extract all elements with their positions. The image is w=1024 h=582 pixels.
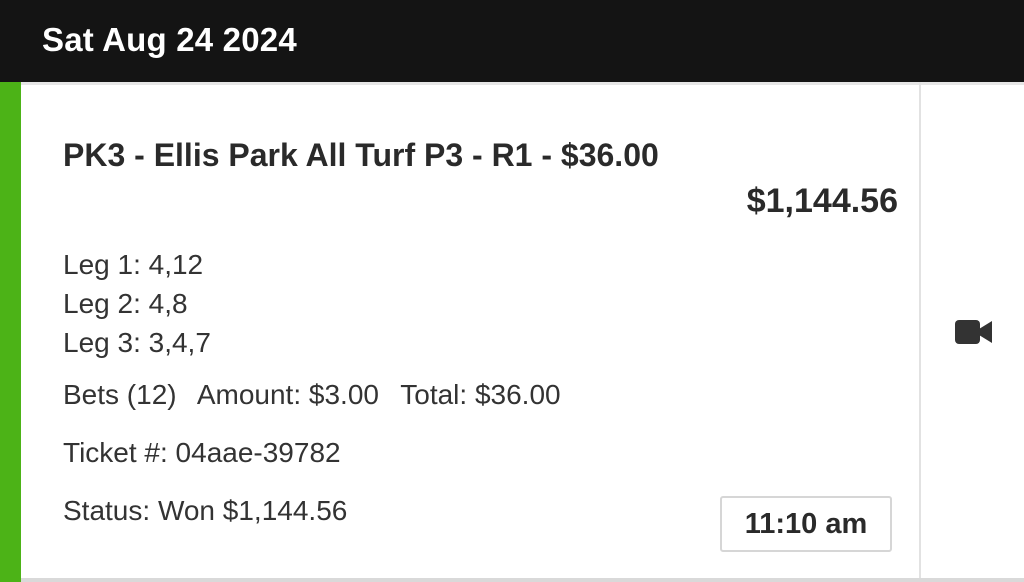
bets-summary: Bets (12) Amount: $3.00 Total: $36.00 bbox=[63, 379, 575, 411]
bet-amount: Amount: $3.00 bbox=[196, 379, 379, 410]
leg-item: Leg 3: 3,4,7 bbox=[63, 327, 211, 358]
leg-item: Leg 1: 4,12 bbox=[63, 249, 204, 280]
bet-total: Total: $36.00 bbox=[400, 379, 561, 410]
status-stripe bbox=[0, 82, 21, 582]
legs-list: Leg 1: 4,12 Leg 2: 4,8 Leg 3: 3,4,7 bbox=[63, 245, 211, 362]
leg-item: Leg 2: 4,8 bbox=[63, 288, 188, 319]
video-camera-icon[interactable] bbox=[955, 318, 993, 346]
card-action-divider bbox=[919, 82, 921, 582]
ticket-status: Status: Won $1,144.56 bbox=[63, 495, 348, 526]
card-top-divider bbox=[21, 82, 1024, 85]
bet-title: PK3 - Ellis Park All Turf P3 - R1 - $36.… bbox=[63, 137, 659, 173]
date-header: Sat Aug 24 2024 bbox=[0, 0, 1024, 82]
ticket-number: Ticket #: 04aae-39782 bbox=[63, 437, 341, 468]
ticket-card[interactable]: PK3 - Ellis Park All Turf P3 - R1 - $36.… bbox=[0, 82, 1024, 582]
bets-count: Bets (12) bbox=[63, 379, 177, 410]
card-bottom-divider bbox=[21, 578, 1024, 582]
race-time-badge: 11:10 am bbox=[720, 496, 892, 552]
date-label: Sat Aug 24 2024 bbox=[42, 21, 297, 58]
payout-amount: $1,144.56 bbox=[746, 182, 898, 220]
